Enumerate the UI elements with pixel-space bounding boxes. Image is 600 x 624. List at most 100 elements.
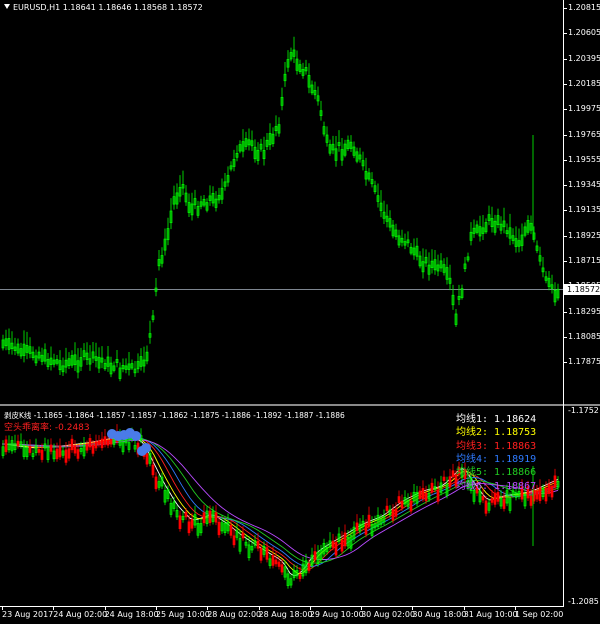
indicator-candle <box>280 564 284 573</box>
price-tick-mark <box>563 83 567 85</box>
indicator-candle <box>97 440 101 445</box>
indicator-candle <box>367 514 371 527</box>
indicator-candle <box>217 521 221 536</box>
price-tick-label: 1.20605 <box>568 28 600 38</box>
indicator-candle <box>37 449 41 453</box>
price-tick-mark <box>563 210 567 212</box>
price-tick-label: 1.19765 <box>568 129 600 139</box>
indicator-candle <box>265 547 269 560</box>
indicator-candle <box>451 470 455 478</box>
indicator-candle <box>55 448 59 460</box>
indicator-candle <box>190 519 194 529</box>
indicator-candle <box>307 563 311 571</box>
pane-separator[interactable] <box>0 404 600 406</box>
indicator-candle <box>493 492 497 505</box>
price-tick-mark <box>563 33 567 35</box>
indicator-candle <box>76 449 80 459</box>
indicator-subtitle: 空头乖离率: -0.2483 <box>4 423 90 433</box>
indicator-candle <box>28 446 32 453</box>
price-tick-label: 1.18085 <box>568 331 600 341</box>
time-tick-label: 30 Aug 02:00 <box>361 610 416 619</box>
chart-window[interactable]: EURUSD,H1 1.18641 1.18646 1.18568 1.1857… <box>0 0 600 624</box>
indicator-axis-top: -1.1752 <box>568 406 599 415</box>
indicator-candle <box>448 476 452 488</box>
time-tick-mark <box>309 606 311 610</box>
price-tick-label: 1.18925 <box>568 230 600 240</box>
price-tick-label: 1.20395 <box>568 53 600 63</box>
indicator-candle <box>229 524 233 536</box>
indicator-candle <box>313 551 317 561</box>
time-tick-label: 24 Aug 02:00 <box>53 610 108 619</box>
time-tick-label: 28 Aug 02:00 <box>207 610 262 619</box>
indicator-candle <box>241 532 245 539</box>
signal-marker <box>131 431 141 441</box>
price-tick-mark <box>563 185 567 187</box>
time-tick-label: 30 Aug 18:00 <box>412 610 467 619</box>
indicator-candle <box>58 445 62 458</box>
price-tick-label: 1.18295 <box>568 306 600 316</box>
price-tick-mark <box>563 336 567 338</box>
indicator-candle <box>40 449 44 460</box>
indicator-candle <box>529 495 533 506</box>
time-tick-mark <box>463 606 465 610</box>
time-tick-label: 1 Sep 02:00 <box>515 610 564 619</box>
indicator-candle <box>208 510 212 523</box>
time-tick-label: 23 Aug 2017 <box>2 610 54 619</box>
indicator-candle <box>178 515 182 530</box>
indicator-candle <box>490 498 494 503</box>
indicator-candle <box>298 574 302 579</box>
indicator-candle <box>550 485 554 498</box>
indicator-candle <box>232 535 236 546</box>
time-tick-mark <box>515 606 516 610</box>
current-price-label: 1.18572 <box>564 284 600 295</box>
symbol-title: EURUSD,H1 1.18641 1.18646 1.18568 1.1857… <box>13 3 203 12</box>
ma-legend-item: 均线6: 1.18867 <box>456 480 537 492</box>
indicator-candle <box>544 487 548 502</box>
indicator-candle <box>16 440 20 447</box>
indicator-candle <box>67 448 71 459</box>
price-tick-label: 1.19345 <box>568 180 600 190</box>
indicator-candle <box>184 511 188 518</box>
time-tick-label: 24 Aug 18:00 <box>104 610 159 619</box>
time-tick-mark <box>207 606 209 610</box>
indicator-candle <box>85 444 89 451</box>
indicator-candle <box>394 508 398 517</box>
price-candles <box>0 36 563 382</box>
signal-marker <box>141 443 151 453</box>
price-tick-mark <box>563 311 567 313</box>
chart-title: EURUSD,H1 1.18641 1.18646 1.18568 1.1857… <box>4 3 203 12</box>
time-tick-mark <box>258 606 260 610</box>
indicator-candle <box>49 444 53 452</box>
indicator-candle <box>424 492 428 502</box>
indicator-candle <box>421 488 425 500</box>
price-axis-border <box>563 0 564 606</box>
indicator-candle <box>106 439 110 446</box>
indicator-candle <box>91 444 95 454</box>
indicator-candle <box>64 449 68 463</box>
indicator-candle <box>481 496 485 501</box>
indicator-candle <box>343 532 347 547</box>
time-tick-mark <box>155 606 157 610</box>
indicator-candle <box>553 475 557 488</box>
indicator-axis-bottom: -1.2085 <box>568 597 599 606</box>
indicator-candle <box>145 453 149 465</box>
price-tick-label: 1.18715 <box>568 256 600 265</box>
price-tick-mark <box>563 261 567 262</box>
price-tick-label: 1.19135 <box>568 205 600 215</box>
time-tick-mark <box>412 606 414 610</box>
indicator-candle <box>154 476 158 490</box>
indicator-candle <box>88 438 92 448</box>
indicator-candle <box>430 482 434 493</box>
indicator-candle <box>409 500 413 512</box>
indicator-candle <box>70 438 74 451</box>
price-tick-mark <box>563 159 567 161</box>
indicator-candle <box>274 559 278 565</box>
indicator-candle <box>436 489 440 502</box>
indicator-candle <box>538 487 542 501</box>
price-tick-mark <box>563 8 567 9</box>
time-tick-label: 31 Aug 10:00 <box>463 610 518 619</box>
indicator-candle <box>4 439 8 453</box>
dropdown-arrow-icon[interactable] <box>4 4 10 9</box>
indicator-candle <box>442 476 446 481</box>
price-tick-label: 1.20185 <box>568 78 600 88</box>
